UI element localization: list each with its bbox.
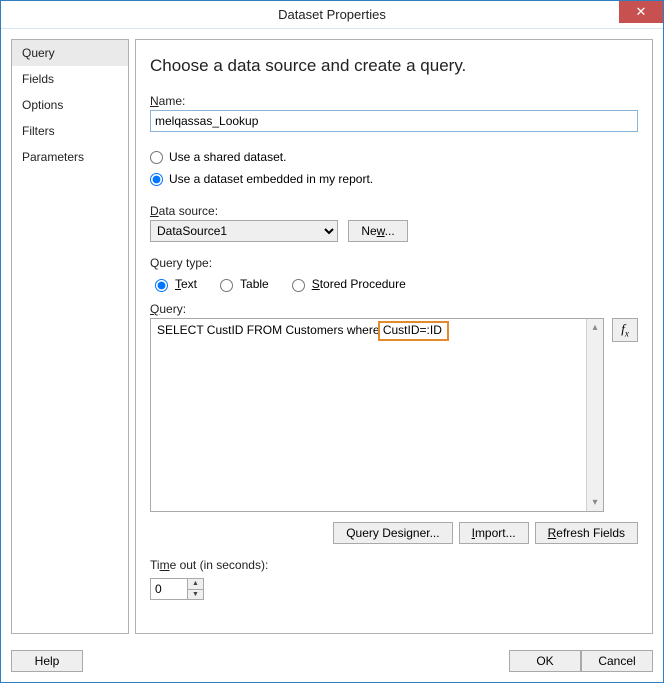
qt-table-label: Table xyxy=(240,277,269,291)
close-icon: ✕ xyxy=(636,4,647,20)
scrollbar[interactable]: ▴ ▾ xyxy=(586,319,603,511)
ok-button[interactable]: OK xyxy=(509,650,581,672)
qt-table-radio[interactable] xyxy=(220,279,233,292)
cancel-button[interactable]: Cancel xyxy=(581,650,653,672)
scroll-up-icon[interactable]: ▴ xyxy=(587,319,603,336)
spinner-down-icon[interactable]: ▼ xyxy=(188,590,203,600)
querytype-group: Text Table Stored Procedure xyxy=(150,276,638,292)
titlebar: Dataset Properties ✕ xyxy=(1,1,663,29)
timeout-input[interactable] xyxy=(151,579,187,599)
datasource-label: Data source: xyxy=(150,204,638,218)
content-area: Query Fields Options Filters Parameters … xyxy=(1,29,663,644)
close-button[interactable]: ✕ xyxy=(619,1,663,23)
radio-embedded-dataset[interactable]: Use a dataset embedded in my report. xyxy=(150,172,638,186)
radio-embedded-label: Use a dataset embedded in my report. xyxy=(169,172,373,186)
scroll-down-icon[interactable]: ▾ xyxy=(587,494,603,511)
qt-sp-option[interactable]: Stored Procedure xyxy=(287,276,406,292)
new-datasource-button[interactable]: New... xyxy=(348,220,408,242)
main-panel: Choose a data source and create a query.… xyxy=(135,39,653,634)
sidebar-item-parameters[interactable]: Parameters xyxy=(12,144,128,170)
radio-shared-input[interactable] xyxy=(150,151,163,164)
dialog-window: Dataset Properties ✕ Query Fields Option… xyxy=(0,0,664,683)
sidebar-item-label: Fields xyxy=(22,72,54,86)
radio-shared-label: Use a shared dataset. xyxy=(169,150,286,164)
sidebar-item-label: Parameters xyxy=(22,150,84,164)
sidebar-item-fields[interactable]: Fields xyxy=(12,66,128,92)
import-button[interactable]: Import... xyxy=(459,522,529,544)
help-button[interactable]: Help xyxy=(11,650,83,672)
qt-text-option[interactable]: Text xyxy=(150,276,197,292)
timeout-spinner[interactable]: ▲ ▼ xyxy=(150,578,204,600)
footer: Help OK Cancel xyxy=(1,644,663,682)
window-title: Dataset Properties xyxy=(278,7,386,22)
query-buttons: Query Designer... Import... Refresh Fiel… xyxy=(150,522,638,544)
radio-shared-dataset[interactable]: Use a shared dataset. xyxy=(150,150,638,164)
query-text-content: SELECT CustID FROM Customers where CustI… xyxy=(151,319,603,341)
timeout-label: Time out (in seconds): xyxy=(150,558,638,572)
qt-sp-label: Stored Procedure xyxy=(312,277,406,291)
datasource-select[interactable]: DataSource1 xyxy=(150,220,338,242)
qt-sp-radio[interactable] xyxy=(292,279,305,292)
fx-icon: fx xyxy=(621,321,629,339)
panel-heading: Choose a data source and create a query. xyxy=(150,56,638,76)
qt-text-radio[interactable] xyxy=(155,279,168,292)
qt-text-label: Text xyxy=(175,277,197,291)
sidebar-item-label: Query xyxy=(22,46,55,60)
sidebar: Query Fields Options Filters Parameters xyxy=(11,39,129,634)
query-designer-button[interactable]: Query Designer... xyxy=(333,522,452,544)
refresh-fields-button[interactable]: Refresh Fields xyxy=(535,522,638,544)
query-label: Query: xyxy=(150,302,638,316)
sidebar-item-filters[interactable]: Filters xyxy=(12,118,128,144)
name-input[interactable] xyxy=(150,110,638,132)
expression-button[interactable]: fx xyxy=(612,318,638,342)
query-textarea[interactable]: SELECT CustID FROM Customers where CustI… xyxy=(150,318,604,512)
qt-table-option[interactable]: Table xyxy=(215,276,269,292)
querytype-label: Query type: xyxy=(150,256,638,270)
sidebar-item-label: Options xyxy=(22,98,63,112)
name-label: Name: xyxy=(150,94,638,108)
radio-embedded-input[interactable] xyxy=(150,173,163,186)
spinner-arrows: ▲ ▼ xyxy=(187,579,203,599)
sidebar-item-options[interactable]: Options xyxy=(12,92,128,118)
spinner-up-icon[interactable]: ▲ xyxy=(188,579,203,590)
sidebar-item-query[interactable]: Query xyxy=(12,40,128,66)
sidebar-item-label: Filters xyxy=(22,124,55,138)
